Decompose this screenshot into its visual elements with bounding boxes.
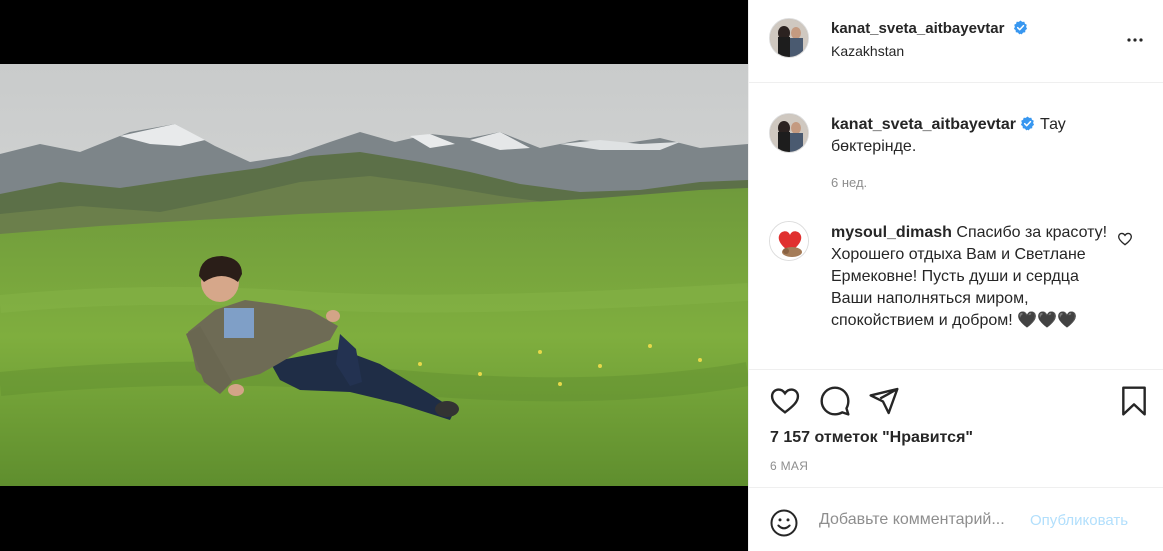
post-media-area [0,0,748,551]
emoji-icon[interactable] [769,508,799,538]
commenter-avatar[interactable] [769,221,809,261]
heart-icon[interactable] [769,385,801,417]
share-icon[interactable] [868,385,900,417]
verified-badge-icon [1020,116,1035,131]
author-avatar[interactable] [769,18,809,58]
more-options-icon[interactable] [1123,28,1147,52]
commenter-username[interactable]: mysoul_dimash [831,224,952,241]
caption-author-avatar[interactable] [769,113,809,153]
caption-age[interactable]: 6 нед. [831,175,867,190]
post-photo[interactable] [0,64,748,486]
comment-input[interactable] [819,511,1024,529]
publish-comment-button[interactable]: Опубликовать [1030,512,1128,529]
likes-count[interactable]: 7 157 отметок "Нравится" [770,429,973,447]
verified-badge-icon [1013,20,1027,35]
add-comment-bar: Опубликовать [749,487,1163,551]
comment-item: mysoul_dimash Спасибо за красоту! Хороше… [831,222,1121,332]
post-sidebar: kanat_sveta_aitbayevtar Kazakhstan kanat… [748,0,1163,551]
author-username[interactable]: kanat_sveta_aitbayevtar [831,20,1004,37]
author-name-row: kanat_sveta_aitbayevtar [831,20,1028,38]
post-header: kanat_sveta_aitbayevtar Kazakhstan [749,0,1163,83]
comments-list: kanat_sveta_aitbayevtar Тау бөктерінде. … [749,84,1163,369]
caption-username[interactable]: kanat_sveta_aitbayevtar [831,116,1016,133]
post-location[interactable]: Kazakhstan [831,43,904,59]
post-date[interactable]: 6 МАЯ [770,459,808,473]
comment-like-heart-icon[interactable] [1117,231,1133,247]
post-caption: kanat_sveta_aitbayevtar Тау бөктерінде. [831,114,1121,158]
bookmark-icon[interactable] [1118,385,1150,417]
instagram-post-modal: kanat_sveta_aitbayevtar Kazakhstan kanat… [0,0,1163,551]
post-actions: 7 157 отметок "Нравится" 6 МАЯ [749,369,1163,487]
comment-icon[interactable] [819,385,851,417]
